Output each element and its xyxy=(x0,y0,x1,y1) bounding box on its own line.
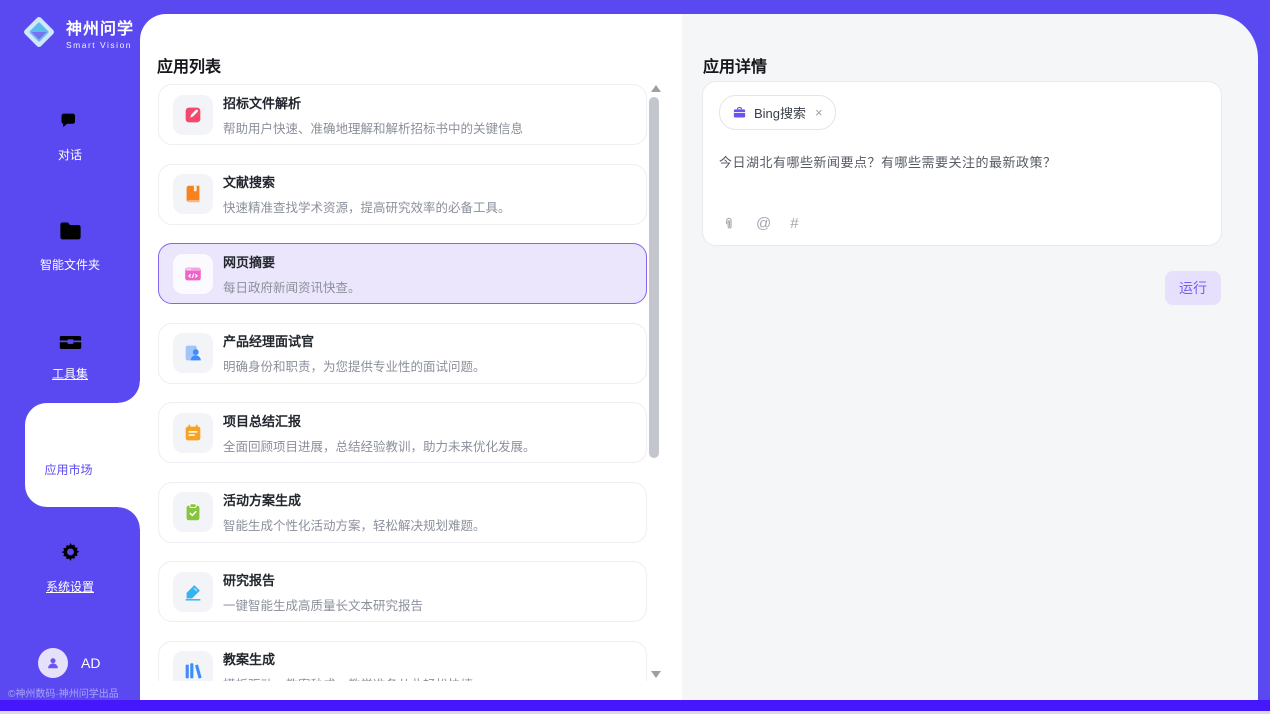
briefcase-icon xyxy=(732,105,747,120)
scroll-down-icon[interactable] xyxy=(651,671,661,678)
user-chip[interactable]: AD xyxy=(38,648,100,678)
list-item-text: 产品经理面试官明确身份和职责，为您提供专业性的面试问题。 xyxy=(223,331,486,375)
list-item-desc: 全面回顾项目进展，总结经验教训，助力未来优化发展。 xyxy=(223,436,536,455)
input-toolbar: @ # xyxy=(721,215,799,232)
list-item-text: 招标文件解析帮助用户快速、准确地理解和解析招标书中的关键信息 xyxy=(223,93,523,137)
list-item-text: 文献搜索快速精准查找学术资源，提高研究效率的必备工具。 xyxy=(223,172,511,216)
interview-icon xyxy=(173,333,213,373)
list-item-desc: 帮助用户快速、准确地理解和解析招标书中的关键信息 xyxy=(223,118,523,137)
list-item-desc: 智能生成个性化活动方案，轻松解决规划难题。 xyxy=(223,515,486,534)
list-item-title: 产品经理面试官 xyxy=(223,331,486,350)
books-icon xyxy=(173,651,213,681)
list-item[interactable]: 网页摘要每日政府新闻资讯快查。 xyxy=(158,243,647,304)
paperclip-icon[interactable] xyxy=(721,216,737,232)
app-list-panel: 应用列表 招标文件解析帮助用户快速、准确地理解和解析招标书中的关键信息文献搜索快… xyxy=(140,14,682,700)
edit-doc-icon xyxy=(173,95,213,135)
sidebar: 神州问学 Smart Vision 对话智能文件夹工具集应用市场系统设置 AD … xyxy=(0,0,140,700)
sidebar-item-label: 系统设置 xyxy=(0,578,140,595)
sidebar-item-label: 工具集 xyxy=(0,365,140,382)
list-item[interactable]: 招标文件解析帮助用户快速、准确地理解和解析招标书中的关键信息 xyxy=(158,84,647,145)
list-item-title: 文献搜索 xyxy=(223,172,511,191)
scrollbar-thumb[interactable] xyxy=(649,97,659,458)
list-item-desc: 快速精准查找学术资源，提高研究效率的必备工具。 xyxy=(223,197,511,216)
list-item-desc: 一键智能生成高质量长文本研究报告 xyxy=(223,595,423,614)
app-list: 招标文件解析帮助用户快速、准确地理解和解析招标书中的关键信息文献搜索快速精准查找… xyxy=(158,84,647,681)
list-item-title: 招标文件解析 xyxy=(223,93,523,112)
brand-name: 神州问学 xyxy=(66,15,134,39)
list-item[interactable]: 项目总结汇报全面回顾项目进展，总结经验教训，助力未来优化发展。 xyxy=(158,402,647,463)
folder-icon xyxy=(57,218,84,245)
browser-icon xyxy=(173,254,213,294)
toolbox-icon xyxy=(57,327,84,354)
prompt-input-card[interactable]: Bing搜索 × 今日湖北有哪些新闻要点？有哪些需要关注的最新政策？ @ # xyxy=(702,81,1222,246)
sidebar-item-folder[interactable]: 智能文件夹 xyxy=(0,218,140,273)
sidebar-item-label: 对话 xyxy=(0,146,140,163)
hash-icon[interactable]: # xyxy=(790,215,798,232)
avatar[interactable] xyxy=(38,648,68,678)
list-item-desc: 明确身份和职责，为您提供专业性的面试问题。 xyxy=(223,356,486,375)
user-name: AD xyxy=(81,655,100,671)
tool-tag-label: Bing搜索 xyxy=(754,103,806,122)
list-item-text: 项目总结汇报全面回顾项目进展，总结经验教训，助力未来优化发展。 xyxy=(223,411,536,455)
report-icon xyxy=(173,572,213,612)
chat-icon xyxy=(57,108,84,135)
main-area: 应用列表 招标文件解析帮助用户快速、准确地理解和解析招标书中的关键信息文献搜索快… xyxy=(140,14,1258,700)
list-item-title: 教案生成 xyxy=(223,649,473,668)
person-icon xyxy=(44,654,62,672)
app-list-scrollbar[interactable] xyxy=(648,83,660,680)
brand-diamond-icon xyxy=(20,13,58,51)
list-item-text: 网页摘要每日政府新闻资讯快查。 xyxy=(223,252,361,296)
tag-close-icon[interactable]: × xyxy=(815,105,823,120)
app-list-title: 应用列表 xyxy=(157,53,221,77)
list-item-desc: 模板驱动，教案秒成，教学准备从此轻松快捷 xyxy=(223,674,473,681)
book-icon xyxy=(173,174,213,214)
list-item-title: 研究报告 xyxy=(223,570,423,589)
clipboard-check-icon xyxy=(173,492,213,532)
list-item-text: 研究报告一键智能生成高质量长文本研究报告 xyxy=(223,570,423,614)
list-item-title: 网页摘要 xyxy=(223,252,361,271)
sidebar-item-label: 智能文件夹 xyxy=(0,256,140,273)
brand-subtitle: Smart Vision xyxy=(66,40,134,50)
copyright: ©神州数码·神州问学出品 xyxy=(0,685,160,700)
sidebar-item-gear[interactable]: 系统设置 xyxy=(0,540,140,595)
sidebar-item-toolbox[interactable]: 工具集 xyxy=(0,327,140,382)
query-text[interactable]: 今日湖北有哪些新闻要点？有哪些需要关注的最新政策？ xyxy=(719,152,1205,171)
at-icon[interactable]: @ xyxy=(756,215,771,232)
calendar-icon xyxy=(173,413,213,453)
list-item[interactable]: 产品经理面试官明确身份和职责，为您提供专业性的面试问题。 xyxy=(158,323,647,384)
list-item[interactable]: 活动方案生成智能生成个性化活动方案，轻松解决规划难题。 xyxy=(158,482,647,543)
list-item[interactable]: 研究报告一键智能生成高质量长文本研究报告 xyxy=(158,561,647,622)
sidebar-item-cube[interactable]: 应用市场 xyxy=(25,403,140,507)
cube-icon xyxy=(54,420,84,450)
list-item-title: 项目总结汇报 xyxy=(223,411,536,430)
list-item-text: 教案生成模板驱动，教案秒成，教学准备从此轻松快捷 xyxy=(223,649,473,681)
brand-logo: 神州问学 Smart Vision xyxy=(20,13,134,51)
sidebar-item-chat[interactable]: 对话 xyxy=(0,108,140,163)
list-item[interactable]: 文献搜索快速精准查找学术资源，提高研究效率的必备工具。 xyxy=(158,164,647,225)
list-item-title: 活动方案生成 xyxy=(223,490,486,509)
run-button[interactable]: 运行 xyxy=(1165,271,1221,305)
bottom-accent-bar xyxy=(0,700,1270,711)
app-detail-panel: 应用详情 Bing搜索 × 今日湖北有哪些新闻要点？有哪些需要关注的最新政策？ … xyxy=(682,14,1258,700)
tool-tag-bing[interactable]: Bing搜索 × xyxy=(719,95,836,130)
list-item[interactable]: 教案生成模板驱动，教案秒成，教学准备从此轻松快捷 xyxy=(158,641,647,682)
gear-icon xyxy=(57,540,84,567)
app-detail-title: 应用详情 xyxy=(703,53,767,77)
list-item-desc: 每日政府新闻资讯快查。 xyxy=(223,277,361,296)
scroll-up-icon[interactable] xyxy=(651,85,661,92)
sidebar-item-label: 应用市场 xyxy=(25,461,112,478)
list-item-text: 活动方案生成智能生成个性化活动方案，轻松解决规划难题。 xyxy=(223,490,486,534)
